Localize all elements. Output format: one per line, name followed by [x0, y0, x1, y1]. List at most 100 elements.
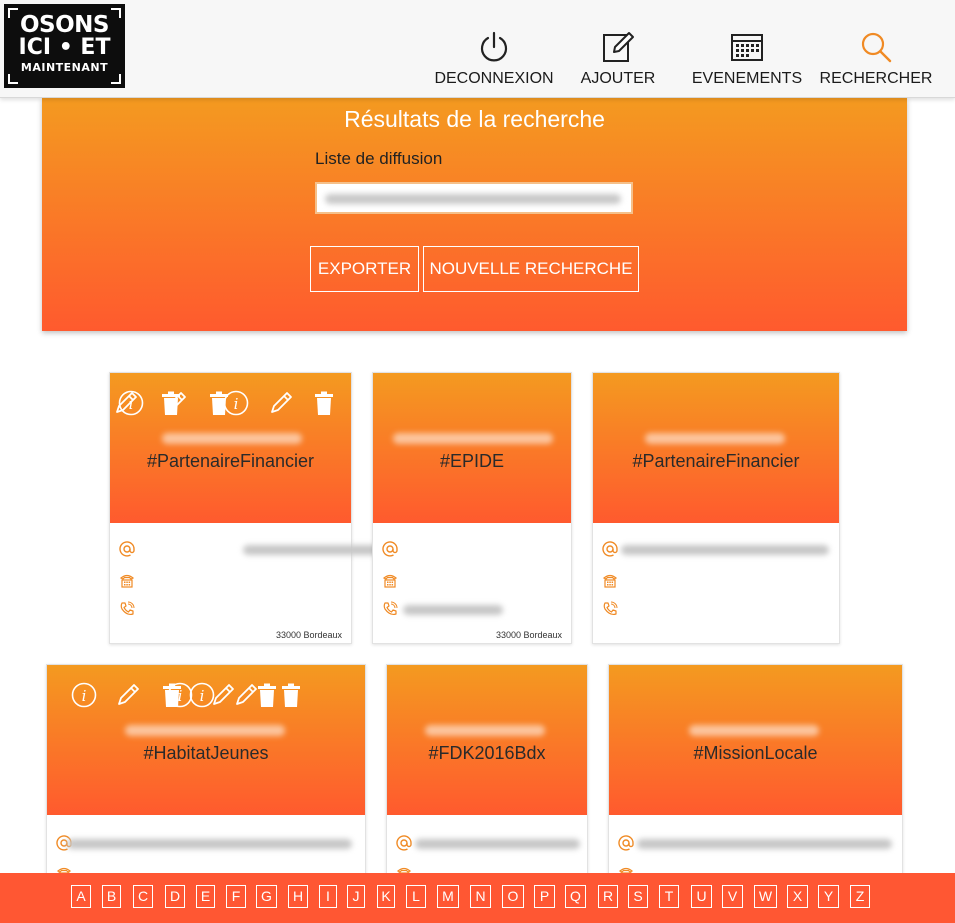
- letter-filter-q[interactable]: Q: [565, 885, 586, 908]
- letter-filter-x[interactable]: X: [787, 885, 808, 908]
- mailing-list-field[interactable]: [315, 182, 633, 214]
- letter-filter-k[interactable]: K: [377, 885, 395, 908]
- contact-detail-redacted: [637, 839, 892, 849]
- power-icon: [480, 31, 508, 62]
- search-icon: [861, 32, 892, 63]
- nav-ajouter[interactable]: AJOUTER: [578, 30, 658, 88]
- contact-tag: #HabitatJeunes: [143, 743, 269, 763]
- contact-row: [602, 541, 618, 559]
- contact-name-redacted: [425, 725, 545, 736]
- letter-filter-m[interactable]: M: [437, 885, 459, 908]
- nav-rechercher-label: RECHERCHER: [819, 70, 933, 87]
- phone-icon: [602, 574, 618, 592]
- contact-tag: #PartenaireFinancier: [632, 451, 800, 471]
- letter-filter-f[interactable]: F: [226, 885, 246, 908]
- svg-text:i: i: [200, 687, 205, 705]
- contact-tag: #EPIDE: [439, 451, 505, 471]
- contact-detail-redacted: [403, 605, 503, 615]
- svg-text:i: i: [178, 687, 183, 705]
- letter-filter-s[interactable]: S: [628, 885, 648, 908]
- card-header: i #MissionLocale: [167, 665, 902, 815]
- logo-line-3: MAINTENANT: [20, 61, 109, 74]
- letter-filter-g[interactable]: G: [256, 885, 277, 908]
- contact-row: [382, 541, 398, 559]
- calendar-icon: [731, 34, 763, 61]
- logo[interactable]: OSONS ICI • ET MAINTENANT: [4, 4, 125, 88]
- pencil-icon[interactable]: [162, 390, 188, 416]
- pencil-icon[interactable]: [115, 682, 141, 708]
- pencil-icon[interactable]: [210, 682, 236, 708]
- letter-filter-j[interactable]: J: [347, 885, 365, 908]
- info-icon[interactable]: i: [71, 682, 97, 708]
- search-results-panel: Résultats de la recherche Liste de diffu…: [42, 98, 907, 331]
- edit-icon: [603, 32, 634, 62]
- email-icon: [382, 541, 398, 561]
- email-icon: [396, 835, 412, 855]
- info-icon[interactable]: i: [118, 390, 144, 416]
- trash-icon[interactable]: [206, 390, 232, 416]
- mailing-list-value: [325, 194, 621, 204]
- letter-filter-o[interactable]: O: [502, 885, 524, 908]
- card-header: i #PartenaireFinancier: [118, 373, 839, 523]
- nav-deconnexion-label: DECONNEXION: [434, 70, 554, 87]
- contact-name-redacted: [125, 725, 285, 736]
- info-icon[interactable]: i: [69, 390, 95, 416]
- letter-filter-y[interactable]: Y: [818, 885, 839, 908]
- letter-filter-z[interactable]: Z: [850, 885, 870, 908]
- contact-row: [119, 601, 135, 619]
- contact-city: 33000 Bordeaux: [495, 630, 562, 640]
- contact-row: [618, 835, 634, 853]
- letter-filter-c[interactable]: C: [133, 885, 153, 908]
- svg-text:i: i: [234, 395, 239, 413]
- letter-filter-e[interactable]: E: [196, 885, 215, 908]
- email-icon: [618, 835, 634, 855]
- contact-card: i #EPIDE 33000 Bordeaux: [69, 372, 572, 644]
- info-icon[interactable]: i: [167, 682, 193, 708]
- contact-name-redacted: [393, 433, 553, 444]
- email-icon: [119, 541, 135, 561]
- phone-icon: [382, 574, 398, 592]
- nav-rechercher[interactable]: RECHERCHER: [818, 30, 934, 88]
- letter-filter-u[interactable]: U: [691, 885, 712, 908]
- svg-text:i: i: [129, 395, 134, 413]
- mobile-icon: [119, 601, 135, 621]
- trash-icon[interactable]: [311, 390, 337, 416]
- mailing-list-label: Liste de diffusion: [315, 149, 443, 168]
- nav-evenements[interactable]: EVENEMENTS: [690, 30, 804, 88]
- contact-row: [602, 601, 618, 619]
- page-title: Résultats de la recherche: [344, 106, 605, 132]
- contact-card: i #PartenaireFinancier: [118, 372, 840, 644]
- nav-evenements-label: EVENEMENTS: [691, 70, 803, 87]
- pencil-icon[interactable]: [268, 390, 294, 416]
- contact-row: [119, 541, 135, 559]
- logo-line-2: ICI • ET: [18, 35, 111, 60]
- letter-filter-t[interactable]: T: [659, 885, 679, 908]
- letter-filter-l[interactable]: L: [406, 885, 426, 908]
- trash-icon[interactable]: [254, 682, 280, 708]
- contact-tag: #FDK2016Bdx: [428, 743, 546, 763]
- letter-filter-n[interactable]: N: [470, 885, 491, 908]
- logo-line-1: OSONS: [20, 12, 109, 38]
- nav-deconnexion[interactable]: DECONNEXION: [434, 30, 554, 88]
- contact-detail-redacted: [415, 839, 580, 849]
- letter-filter-r[interactable]: R: [598, 885, 618, 908]
- mobile-icon: [382, 601, 398, 621]
- letter-filter-p[interactable]: P: [534, 885, 555, 908]
- letter-filter-d[interactable]: D: [165, 885, 185, 908]
- svg-text:i: i: [82, 687, 87, 705]
- contact-tag: #PartenaireFinancier: [146, 451, 315, 471]
- letter-filter-b[interactable]: B: [102, 885, 121, 908]
- letter-filter-v[interactable]: V: [722, 885, 743, 908]
- export-button[interactable]: EXPORTER: [310, 246, 419, 292]
- contact-name-redacted: [162, 433, 302, 444]
- mobile-icon: [602, 601, 618, 621]
- new-search-button[interactable]: NOUVELLE RECHERCHE: [423, 246, 639, 292]
- contact-name-redacted: [689, 725, 819, 736]
- contact-name-redacted: [645, 433, 785, 444]
- letter-filter-i[interactable]: I: [319, 885, 337, 908]
- letter-filter-h[interactable]: H: [288, 885, 308, 908]
- trash-icon[interactable]: [278, 682, 304, 708]
- letter-filter-a[interactable]: A: [71, 885, 91, 908]
- letter-filter-w[interactable]: W: [754, 885, 777, 908]
- contact-row: [382, 572, 398, 590]
